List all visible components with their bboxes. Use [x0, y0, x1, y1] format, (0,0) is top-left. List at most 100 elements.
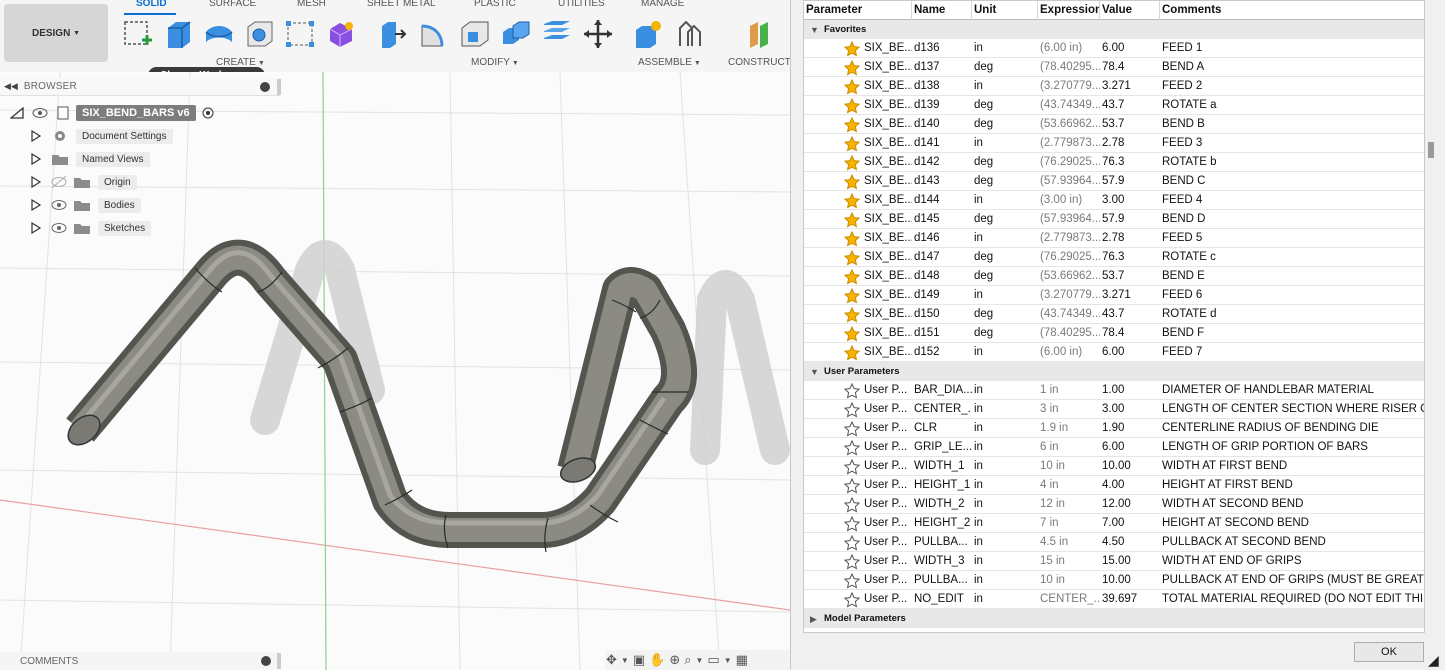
offset-plane-icon[interactable] [744, 18, 776, 50]
section-header[interactable]: ▶ Model Parameters [804, 609, 1424, 628]
workspace-button[interactable]: DESIGN ▼ [4, 4, 108, 62]
activate-radio-icon[interactable] [200, 106, 216, 120]
cell-expr[interactable]: (3.270779... [1040, 77, 1100, 96]
cell-comment[interactable]: LENGTH OF CENTER SECTION WHERE RISER GRI… [1162, 400, 1424, 419]
cell-comment[interactable]: WIDTH AT FIRST BEND [1162, 457, 1424, 476]
fillet-icon[interactable] [418, 18, 450, 50]
cell-comment[interactable]: FEED 7 [1162, 343, 1424, 362]
star-outline-icon[interactable] [844, 459, 860, 475]
cell-expr[interactable]: 7 in [1040, 514, 1100, 533]
hole-icon[interactable] [244, 18, 276, 50]
star-outline-icon[interactable] [844, 478, 860, 494]
collapse-icon[interactable]: ▼ [810, 367, 819, 377]
cell-expr[interactable]: 1.9 in [1040, 419, 1100, 438]
cell-expr[interactable]: (6.00 in) [1040, 39, 1100, 58]
caret-down-icon[interactable]: ▼ [621, 656, 629, 665]
table-row[interactable]: User P... BAR_DIA... in 1 in 1.00 DIAMETER OF… [804, 381, 1424, 400]
3d-viewport[interactable]: ◀◀ BROWSER SIX_BEND_BARS v6 Document Set… [0, 72, 790, 670]
cell-comment[interactable]: FEED 5 [1162, 229, 1424, 248]
table-row[interactable]: SIX_BE... d137 deg (78.40295... 78.4 BEND A [804, 58, 1424, 77]
tab-plastic[interactable]: PLASTIC [474, 0, 516, 9]
eye-icon[interactable] [48, 197, 70, 213]
column-header-value[interactable]: Value [1100, 1, 1160, 20]
orbit-icon[interactable]: ✥ [606, 652, 617, 668]
cell-comment[interactable]: HEIGHT AT FIRST BEND [1162, 476, 1424, 495]
cell-expr[interactable]: 3 in [1040, 400, 1100, 419]
cell-comment[interactable]: ROTATE b [1162, 153, 1424, 172]
star-filled-icon[interactable] [844, 326, 860, 342]
assemble-group-label[interactable]: ASSEMBLE ▼ [638, 57, 701, 68]
table-row[interactable]: User P... NO_EDIT in CENTER_... 39.697 TOTAL … [804, 590, 1424, 609]
browser-item-origin[interactable]: Origin [30, 173, 137, 191]
fit-icon[interactable]: ⌕ [684, 652, 691, 668]
star-outline-icon[interactable] [844, 383, 860, 399]
table-row[interactable]: SIX_BE... d140 deg (53.66962... 53.7 BEND B [804, 115, 1424, 134]
extrude-icon[interactable] [162, 18, 194, 50]
cell-expr[interactable]: (57.93964... [1040, 172, 1100, 191]
column-header-parameter[interactable]: Parameter [804, 1, 912, 20]
expand-triangle-icon[interactable] [10, 107, 24, 119]
browser-item-named-views[interactable]: Named Views [30, 150, 150, 168]
cell-comment[interactable]: BEND E [1162, 267, 1424, 286]
star-outline-icon[interactable] [844, 497, 860, 513]
document-name[interactable]: SIX_BEND_BARS v6 [76, 105, 196, 121]
cell-comment[interactable]: BEND F [1162, 324, 1424, 343]
comments-panel[interactable]: COMMENTS [0, 652, 281, 670]
tab-manage[interactable]: MANAGE [641, 0, 684, 9]
collapse-panel-icon[interactable]: ◀◀ [4, 81, 18, 92]
eye-icon[interactable] [48, 220, 70, 236]
browser-item-document-settings[interactable]: Document Settings [30, 127, 173, 145]
cell-expr[interactable]: (6.00 in) [1040, 343, 1100, 362]
table-row[interactable]: User P... CENTER_... in 3 in 3.00 LENGTH OF C… [804, 400, 1424, 419]
star-outline-icon[interactable] [844, 573, 860, 589]
star-outline-icon[interactable] [844, 554, 860, 570]
expand-triangle-icon[interactable] [30, 176, 42, 188]
browser-root-row[interactable]: SIX_BEND_BARS v6 [10, 104, 216, 122]
cell-expr[interactable]: (76.29025... [1040, 153, 1100, 172]
table-row[interactable]: SIX_BE... d142 deg (76.29025... 76.3 ROTATE b [804, 153, 1424, 172]
browser-resize-handle[interactable] [277, 79, 281, 95]
star-filled-icon[interactable] [844, 117, 860, 133]
section-header[interactable]: ▼ User Parameters [804, 362, 1424, 381]
eye-hidden-icon[interactable] [48, 174, 70, 190]
cell-comment[interactable]: ROTATE c [1162, 248, 1424, 267]
shell-icon[interactable] [459, 18, 491, 50]
star-filled-icon[interactable] [844, 155, 860, 171]
cell-comment[interactable]: LENGTH OF GRIP PORTION OF BARS [1162, 438, 1424, 457]
star-filled-icon[interactable] [844, 79, 860, 95]
vertical-scrollbar[interactable] [1425, 0, 1436, 633]
cell-expr[interactable]: (57.93964... [1040, 210, 1100, 229]
joint-icon[interactable] [674, 18, 706, 50]
star-outline-icon[interactable] [844, 440, 860, 456]
star-filled-icon[interactable] [844, 269, 860, 285]
star-filled-icon[interactable] [844, 288, 860, 304]
browser-item-sketches[interactable]: Sketches [30, 219, 152, 237]
construct-group-label[interactable]: CONSTRUCT [728, 57, 791, 68]
star-filled-icon[interactable] [844, 60, 860, 76]
cell-comment[interactable]: FEED 4 [1162, 191, 1424, 210]
cell-expr[interactable]: (2.779873... [1040, 229, 1100, 248]
table-row[interactable]: SIX_BE... d147 deg (76.29025... 76.3 ROTATE c [804, 248, 1424, 267]
grid-settings-icon[interactable]: ▦ [736, 652, 748, 668]
cell-expr[interactable]: (78.40295... [1040, 324, 1100, 343]
table-row[interactable]: User P... PULLBA... in 10 in 10.00 PULLBACK A… [804, 571, 1424, 590]
star-outline-icon[interactable] [844, 535, 860, 551]
cell-comment[interactable]: FEED 6 [1162, 286, 1424, 305]
table-row[interactable]: SIX_BE... d150 deg (43.74349... 43.7 ROTATE d [804, 305, 1424, 324]
ok-button[interactable]: OK [1354, 642, 1424, 662]
cell-comment[interactable]: PULLBACK AT END OF GRIPS (MUST BE GREATE… [1162, 571, 1424, 590]
star-filled-icon[interactable] [844, 41, 860, 57]
table-row[interactable]: User P... HEIGHT_1 in 4 in 4.00 HEIGHT AT FIR… [804, 476, 1424, 495]
cell-comment[interactable]: TOTAL MATERIAL REQUIRED (DO NOT EDIT THI… [1162, 590, 1424, 609]
display-settings-icon[interactable]: ▭ [707, 652, 719, 668]
revolve-icon[interactable] [203, 18, 235, 50]
cell-expr[interactable]: 12 in [1040, 495, 1100, 514]
expand-triangle-icon[interactable] [30, 222, 42, 234]
cell-comment[interactable]: WIDTH AT SECOND BEND [1162, 495, 1424, 514]
look-at-icon[interactable]: ▣ [633, 652, 645, 668]
pattern-icon[interactable] [284, 18, 316, 50]
table-row[interactable]: SIX_BE... d151 deg (78.40295... 78.4 BEND F [804, 324, 1424, 343]
split-body-icon[interactable] [541, 18, 573, 50]
star-outline-icon[interactable] [844, 516, 860, 532]
table-row[interactable]: SIX_BE... d145 deg (57.93964... 57.9 BEND D [804, 210, 1424, 229]
